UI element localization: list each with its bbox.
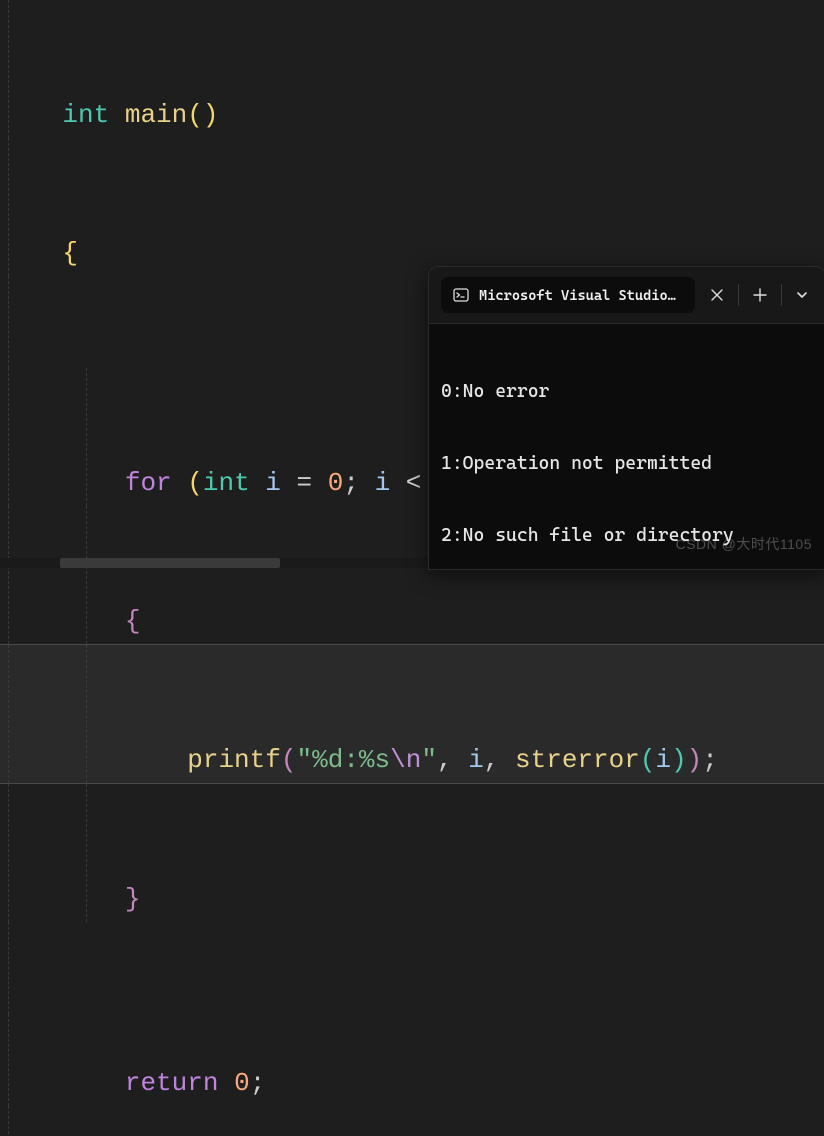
- paren-open: (: [187, 468, 203, 498]
- code-line-brace-close: }: [0, 1106, 824, 1136]
- code-line-brace-close: }: [0, 784, 824, 922]
- brace-open: {: [62, 238, 78, 268]
- separator: [781, 284, 782, 306]
- brace-open: {: [125, 606, 141, 636]
- escape-newline: \n: [390, 745, 421, 775]
- code-line-blank: [0, 922, 824, 1014]
- horizontal-scrollbar-thumb[interactable]: [60, 558, 280, 568]
- paren-close: ): [687, 745, 703, 775]
- comma: ,: [437, 745, 453, 775]
- format-d: %d: [312, 745, 343, 775]
- function-printf: printf: [187, 745, 281, 775]
- keyword-return: return: [125, 1068, 219, 1098]
- terminal-line: 1:Operation not permitted: [441, 452, 813, 476]
- operator-lt: <: [406, 468, 422, 498]
- function-main: main: [125, 100, 187, 130]
- literal-0: 0: [234, 1068, 250, 1098]
- tab-close-button[interactable]: [707, 284, 726, 306]
- operator-eq: =: [297, 468, 313, 498]
- paren-close: ): [671, 745, 687, 775]
- string-close: ": [421, 745, 437, 775]
- semicolon: ;: [702, 745, 718, 775]
- semicolon: ;: [250, 1068, 266, 1098]
- terminal-tab-label: Microsoft Visual Studio 调试控制台: [479, 285, 683, 305]
- format-s: %s: [359, 745, 390, 775]
- string-open: ": [296, 745, 312, 775]
- keyword-int: int: [203, 468, 250, 498]
- watermark-text: CSDN @大时代1105: [676, 534, 812, 554]
- function-strerror: strerror: [515, 745, 640, 775]
- identifier-i: i: [375, 468, 391, 498]
- code-line-1: int main(): [0, 0, 824, 138]
- paren-open: (: [640, 745, 656, 775]
- semicolon: ;: [343, 468, 359, 498]
- string-colon: :: [343, 745, 359, 775]
- identifier-i: i: [468, 745, 484, 775]
- terminal-window[interactable]: Microsoft Visual Studio 调试控制台 0:No error…: [428, 266, 824, 570]
- paren-pair: (): [187, 100, 218, 130]
- vs-icon: [453, 287, 469, 303]
- terminal-titlebar[interactable]: Microsoft Visual Studio 调试控制台: [429, 267, 824, 324]
- keyword-for: for: [125, 468, 172, 498]
- identifier-i: i: [655, 745, 671, 775]
- code-line-return: return 0;: [0, 1014, 824, 1106]
- literal-0: 0: [328, 468, 344, 498]
- code-line-printf: printf("%d:%s\n", i, strerror(i));: [0, 644, 824, 784]
- paren-open: (: [281, 745, 297, 775]
- tab-dropdown-button[interactable]: [787, 278, 817, 312]
- brace-close: }: [125, 884, 141, 914]
- keyword-int: int: [62, 100, 109, 130]
- identifier-i: i: [265, 468, 281, 498]
- terminal-tab[interactable]: Microsoft Visual Studio 调试控制台: [441, 277, 695, 313]
- new-tab-button[interactable]: [745, 278, 775, 312]
- comma: ,: [484, 745, 500, 775]
- separator: [738, 284, 739, 306]
- terminal-line: 0:No error: [441, 380, 813, 404]
- code-line-2: {: [0, 138, 824, 276]
